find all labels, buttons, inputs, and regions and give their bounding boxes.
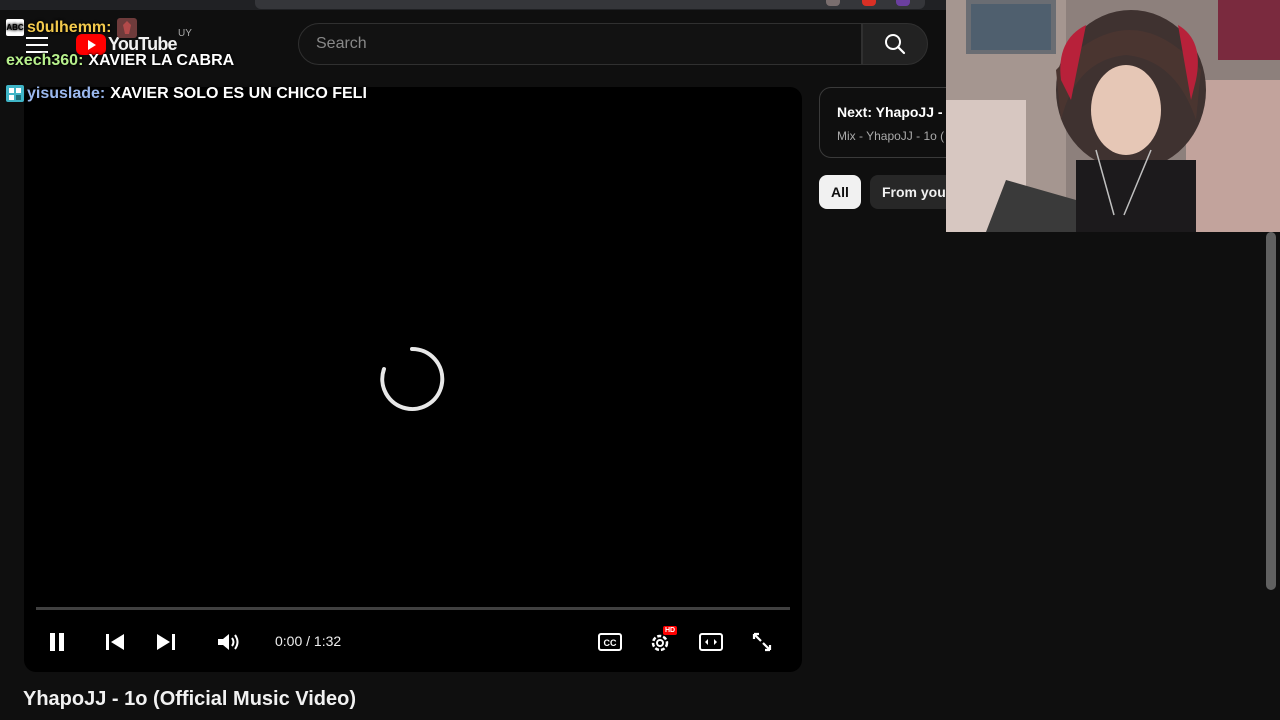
volume-icon — [218, 634, 239, 650]
progress-bar[interactable] — [36, 607, 790, 610]
svg-text:CC: CC — [604, 638, 617, 648]
fullscreen-button[interactable] — [748, 628, 776, 656]
browser-toolbar — [0, 0, 946, 10]
video-player[interactable]: 0:00 / 1:32 CC HD — [24, 87, 802, 672]
theater-mode-button[interactable] — [696, 628, 726, 656]
next-button[interactable] — [153, 628, 179, 656]
hd-badge: HD — [663, 626, 678, 635]
chat-message: ABC s0ulhemm: — [6, 11, 367, 44]
up-next-subtitle: Mix - YhapoJJ - 1o ( — [837, 129, 945, 143]
webcam-image — [946, 0, 1280, 232]
up-next-title: Next: YhapoJJ - l — [837, 104, 951, 120]
extension-icon[interactable] — [862, 0, 876, 6]
stream-chat-overlay: ABC s0ulhemm: exech360: XAVIER LA CABRA … — [6, 11, 367, 110]
search-icon — [885, 34, 906, 55]
chat-username: yisuslade: — [27, 84, 106, 102]
address-bar[interactable] — [255, 0, 925, 9]
up-next-card[interactable]: Next: YhapoJJ - l Mix - YhapoJJ - 1o ( — [819, 87, 959, 158]
badge-icon — [6, 85, 24, 102]
loading-spinner — [380, 346, 445, 411]
chip-all[interactable]: All — [819, 175, 861, 209]
captions-button[interactable]: CC — [596, 628, 624, 656]
page-scrollbar[interactable] — [1266, 232, 1276, 590]
chat-text: XAVIER LA CABRA — [88, 51, 235, 69]
pause-button[interactable] — [44, 628, 70, 656]
time-display: 0:00 / 1:32 — [275, 633, 342, 649]
pause-icon — [50, 633, 64, 651]
video-title: YhapoJJ - 1o (Official Music Video) — [23, 688, 357, 710]
webcam-overlay — [946, 0, 1280, 232]
next-icon — [157, 634, 175, 650]
chat-message: exech360: XAVIER LA CABRA — [6, 44, 367, 77]
captions-icon: CC — [598, 633, 622, 651]
extension-icon[interactable] — [826, 0, 840, 6]
previous-button[interactable] — [102, 628, 128, 656]
volume-button[interactable] — [214, 628, 244, 656]
settings-button[interactable]: HD — [646, 626, 678, 656]
extension-icon[interactable] — [896, 0, 910, 6]
search-input[interactable] — [299, 24, 861, 64]
chat-username: exech360: — [6, 51, 84, 69]
fullscreen-icon — [752, 632, 772, 652]
chat-username: s0ulhemm: — [27, 18, 112, 36]
subscriber-badge-icon: ABC — [6, 19, 24, 36]
search-button[interactable] — [862, 23, 928, 65]
theater-mode-icon — [699, 633, 723, 651]
chat-text: XAVIER SOLO ES UN CHICO FELI — [110, 84, 367, 102]
search-box[interactable] — [298, 23, 862, 65]
previous-icon — [106, 634, 124, 650]
emote-icon — [117, 17, 138, 38]
chat-message: yisuslade: XAVIER SOLO ES UN CHICO FELI — [6, 77, 367, 110]
